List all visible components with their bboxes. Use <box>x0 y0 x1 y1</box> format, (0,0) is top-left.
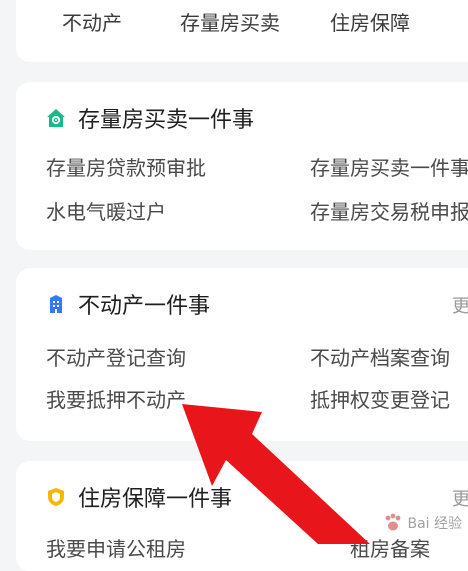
service-item[interactable]: 水电气暖过户 <box>46 196 166 225</box>
category-tabs-card: 不动产 存量房买卖 住房保障 <box>16 0 468 62</box>
paw-icon <box>386 513 401 531</box>
cunliang-card-header: 存量房买卖一件事 <box>46 102 254 134</box>
building-icon <box>46 294 66 314</box>
service-item[interactable]: 不动产登记查询 <box>46 342 186 371</box>
budongchan-card-title: 不动产一件事 <box>78 294 211 319</box>
service-item[interactable]: 我要申请公租房 <box>46 533 186 562</box>
service-item[interactable]: 存量房贷款预审批 <box>46 152 206 181</box>
service-item[interactable]: 租房备案 <box>350 533 430 562</box>
cunliang-card-title: 存量房买卖一件事 <box>78 108 255 133</box>
budongchan-card-header: 不动产一件事 <box>46 288 210 320</box>
baidu-watermark: Bai 经验 <box>382 512 462 534</box>
service-item[interactable]: 不动产档案查询 <box>310 342 450 371</box>
budongchan-card: 不动产一件事 更 不动产登记查询 不动产档案查询 我要抵押不动产 抵押权变更登记 <box>16 268 468 441</box>
service-item[interactable]: 我要抵押不动产 <box>46 384 186 413</box>
cunliang-card: 存量房买卖一件事 存量房贷款预审批 存量房买卖一件事 水电气暖过户 存量房交易税… <box>16 82 468 250</box>
tab-budongchan[interactable]: 不动产 <box>62 7 122 36</box>
more-indicator[interactable]: 更 <box>452 292 468 318</box>
tab-cunliang[interactable]: 存量房买卖 <box>180 7 280 36</box>
house-icon <box>46 108 66 128</box>
shield-icon <box>46 487 66 507</box>
watermark-text: Bai 经验 <box>407 516 462 532</box>
zhufang-card-title: 住房保障一件事 <box>78 487 233 512</box>
service-item[interactable]: 抵押权变更登记 <box>310 384 450 413</box>
more-indicator[interactable]: 更 <box>452 485 468 511</box>
zhufang-card-header: 住房保障一件事 <box>46 481 232 513</box>
service-item[interactable]: 存量房交易税申报 <box>310 196 468 225</box>
tab-zhufang[interactable]: 住房保障 <box>330 7 410 36</box>
service-item[interactable]: 存量房买卖一件事 <box>310 152 468 181</box>
